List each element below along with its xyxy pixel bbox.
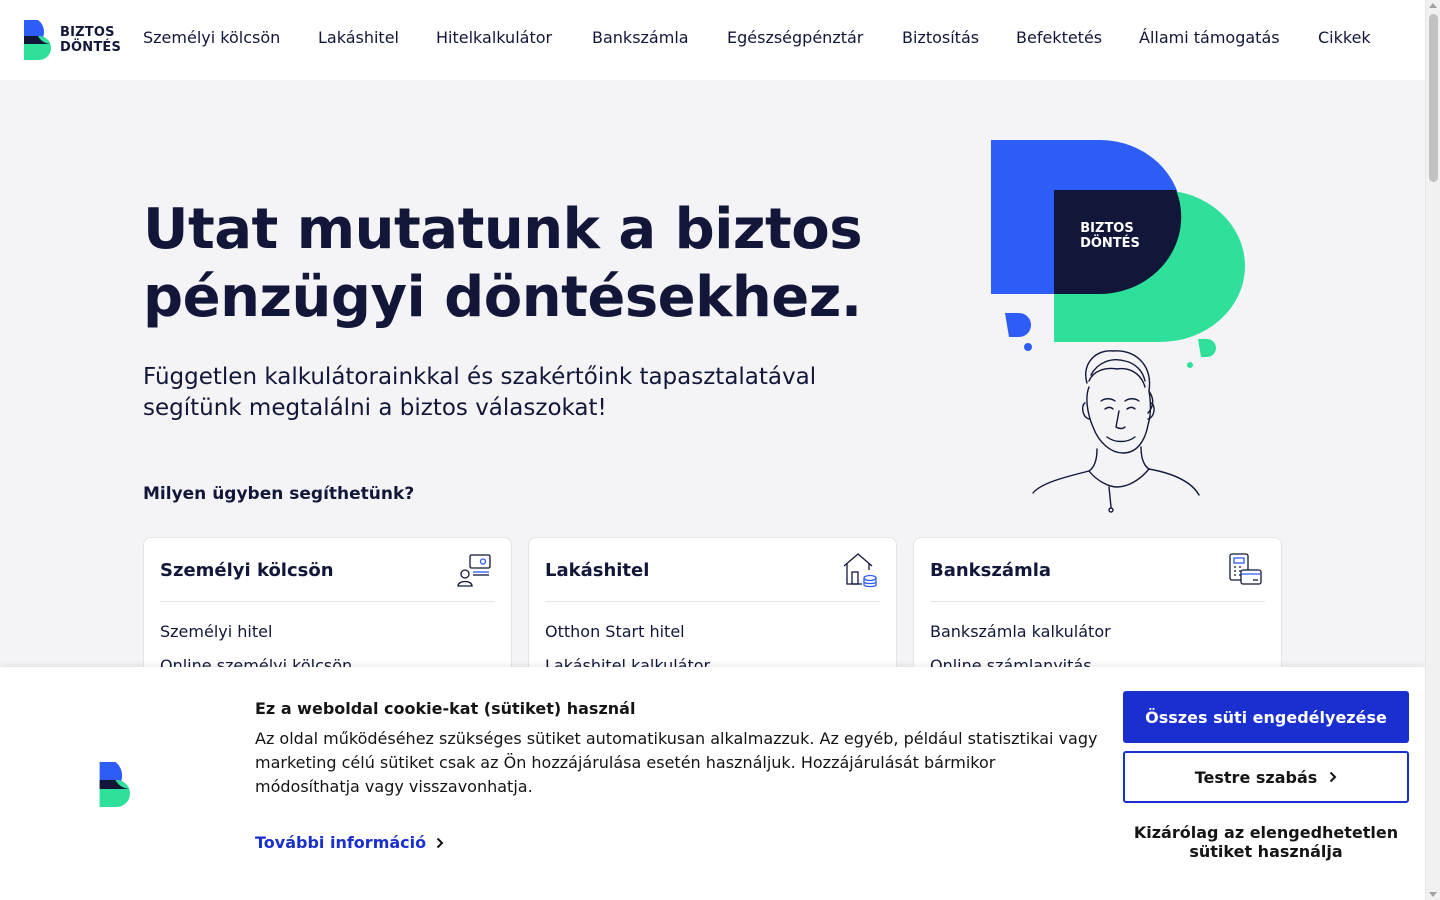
chevron-right-icon [436, 837, 444, 848]
card-link[interactable]: Bankszámla kalkulátor [930, 615, 1111, 649]
necessary-cookies-only-button[interactable]: Kizárólag az elengedhetetlen sütiket has… [1123, 823, 1409, 861]
site-logo[interactable]: BIZTOS DÖNTÉS [24, 20, 121, 60]
cookie-logo-icon [99, 762, 130, 807]
nav-item-bankszamla[interactable]: Bankszámla [592, 28, 727, 47]
scroll-down-icon[interactable] [1429, 892, 1437, 897]
nav-item-szemelyi-kolcson[interactable]: Személyi kölcsön [143, 28, 318, 47]
house-coins-icon [843, 553, 877, 588]
card-divider [930, 601, 1265, 602]
page-title-line1: Utat mutatunk a biztos [143, 197, 863, 262]
hero-illustration: BIZTOS DÖNTÉS [991, 140, 1245, 513]
necessary-only-line1: Kizárólag az elengedhetetlen [1133, 823, 1399, 842]
logo-line1: BIZTOS [60, 25, 115, 40]
logo-mark-icon [24, 20, 51, 60]
site-header: BIZTOS DÖNTÉS Személyi kölcsön Lakáshite… [0, 0, 1425, 80]
nav-item-befektetes[interactable]: Befektetés [1016, 28, 1139, 47]
scrollbar-thumb[interactable] [1429, 14, 1438, 182]
cookie-more-info-link[interactable]: További információ [255, 833, 444, 852]
logo-line2: DÖNTÉS [60, 40, 122, 55]
nav-item-allami-tamogatas[interactable]: Állami támogatás [1139, 28, 1318, 47]
card-link[interactable]: Otthon Start hitel [545, 615, 710, 649]
page-scrollbar[interactable] [1425, 0, 1440, 900]
page-title-line2: pénzügyi döntésekhez. [143, 265, 862, 330]
nav-item-biztositas[interactable]: Biztosítás [902, 28, 1016, 47]
nav-item-lakashitel[interactable]: Lakáshitel [318, 28, 436, 47]
personal-loan-icon [457, 554, 491, 587]
hero-subtitle-line2: segítünk megtalálni a biztos válaszokat! [143, 395, 607, 421]
bank-card-icon [1229, 553, 1262, 585]
nav-item-cikkek[interactable]: Cikkek [1318, 28, 1378, 47]
main-nav: Személyi kölcsön Lakáshitel Hitelkalkulá… [143, 28, 1378, 47]
card-title[interactable]: Lakáshitel [545, 560, 880, 581]
accept-all-cookies-button[interactable]: Összes süti engedélyezése [1123, 691, 1409, 743]
cookie-more-info-label: További információ [255, 833, 427, 852]
card-title[interactable]: Bankszámla [930, 560, 1265, 581]
hero-subtitle: Független kalkulátorainkkal és szakértői… [143, 362, 883, 424]
card-link[interactable]: Személyi hitel [160, 615, 352, 649]
nav-item-hitelkalkulator[interactable]: Hitelkalkulátor [436, 28, 592, 47]
customize-cookies-button[interactable]: Testre szabás [1123, 751, 1409, 803]
cookie-title: Ez a weboldal cookie-kat (sütiket) haszn… [255, 699, 636, 718]
cookie-banner: Ez a weboldal cookie-kat (sütiket) haszn… [0, 667, 1425, 900]
card-divider [160, 601, 495, 602]
illustration-badge-line2: DÖNTÉS [1080, 235, 1140, 251]
logo-wordmark: BIZTOS DÖNTÉS [60, 25, 121, 55]
scroll-up-icon[interactable] [1429, 3, 1437, 8]
chevron-right-icon [1330, 771, 1337, 783]
nav-item-egeszsegpenztar[interactable]: Egészségpénztár [727, 28, 902, 47]
cookie-description: Az oldal működéséhez szükséges sütiket a… [255, 729, 1098, 796]
page-title: Utat mutatunk a biztos pénzügyi döntések… [143, 196, 903, 332]
necessary-only-line2: sütiket használja [1189, 842, 1343, 861]
card-divider [545, 601, 880, 602]
card-title[interactable]: Személyi kölcsön [160, 560, 495, 581]
illustration-badge-line1: BIZTOS [1080, 221, 1133, 236]
customize-cookies-label: Testre szabás [1194, 767, 1318, 787]
hero-subtitle-line1: Független kalkulátorainkkal és szakértői… [143, 364, 817, 390]
help-heading: Milyen ügyben segíthetünk? [143, 484, 415, 504]
